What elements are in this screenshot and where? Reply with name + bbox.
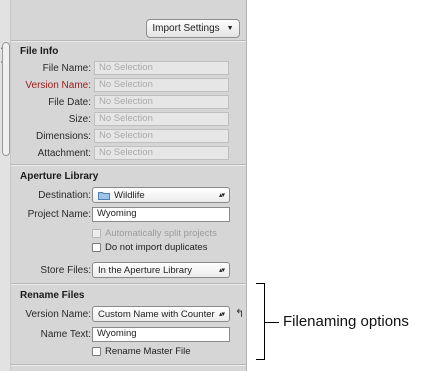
file-date-field: No Selection xyxy=(94,95,229,109)
file-date-label: File Date: xyxy=(48,97,91,108)
revert-arrow-icon[interactable]: ↰ xyxy=(235,307,244,320)
rename-files-title: Rename Files xyxy=(20,290,85,301)
attachment-field: No Selection xyxy=(94,146,229,160)
rename-master-label: Rename Master File xyxy=(105,346,191,357)
store-files-value: In the Aperture Library xyxy=(98,264,192,276)
section-divider xyxy=(11,40,246,42)
chevron-down-icon: ▼ xyxy=(226,25,234,32)
callout-bracket xyxy=(256,283,265,360)
up-down-arrows-icon: ▴▾ xyxy=(218,192,225,199)
callout-label: Filenaming options xyxy=(283,313,409,330)
name-text-field[interactable]: Wyoming xyxy=(92,327,230,342)
file-name-label: File Name: xyxy=(42,63,91,74)
destination-popup[interactable]: Wildlife ▴▾ xyxy=(92,187,230,203)
file-name-field: No Selection xyxy=(94,61,229,75)
size-field: No Selection xyxy=(94,112,229,126)
rename-master-checkbox[interactable] xyxy=(92,347,101,356)
version-name-format-value: Custom Name with Counter xyxy=(98,308,215,320)
up-down-arrows-icon: ▴▾ xyxy=(218,267,225,274)
import-inspector-panel: Import Settings ▼ File Info File Name: N… xyxy=(11,0,247,371)
name-text-label: Name Text: xyxy=(40,329,91,340)
file-info-title: File Info xyxy=(20,46,59,57)
no-duplicates-label: Do not import duplicates xyxy=(105,242,208,253)
import-settings-label: Import Settings xyxy=(152,23,220,34)
scrollbar[interactable]: ▴ ▾ xyxy=(0,0,11,371)
section-divider xyxy=(11,164,246,166)
version-name-field: No Selection xyxy=(94,78,229,92)
dimensions-field: No Selection xyxy=(94,129,229,143)
version-name-format-popup[interactable]: Custom Name with Counter ▴▾ xyxy=(92,306,230,322)
split-projects-checkbox[interactable] xyxy=(92,229,101,238)
section-divider xyxy=(11,283,246,285)
scroll-thumb[interactable] xyxy=(2,42,10,156)
destination-label: Destination: xyxy=(38,190,91,201)
section-divider xyxy=(11,364,246,366)
no-duplicates-checkbox[interactable] xyxy=(92,243,101,252)
aperture-library-title: Aperture Library xyxy=(20,171,99,182)
folder-icon xyxy=(98,191,110,200)
rename-master-checkbox-row[interactable]: Rename Master File xyxy=(92,346,191,357)
dimensions-label: Dimensions: xyxy=(35,131,91,142)
destination-value: Wildlife xyxy=(114,189,145,201)
split-projects-checkbox-row[interactable]: Automatically split projects xyxy=(92,228,217,239)
up-down-arrows-icon: ▴▾ xyxy=(218,311,225,318)
import-settings-button[interactable]: Import Settings ▼ xyxy=(146,19,240,38)
version-name-format-label: Version Name: xyxy=(25,309,91,320)
project-name-field[interactable]: Wyoming xyxy=(92,207,230,222)
attachment-label: Attachment: xyxy=(37,148,91,159)
store-files-popup[interactable]: In the Aperture Library ▴▾ xyxy=(92,262,230,278)
no-duplicates-checkbox-row[interactable]: Do not import duplicates xyxy=(92,242,207,253)
callout-leader-line xyxy=(265,322,279,323)
store-files-label: Store Files: xyxy=(40,265,91,276)
project-name-label: Project Name: xyxy=(27,209,91,220)
size-label: Size: xyxy=(68,114,91,125)
split-projects-label: Automatically split projects xyxy=(105,228,217,239)
version-name-label: Version Name: xyxy=(25,80,91,91)
